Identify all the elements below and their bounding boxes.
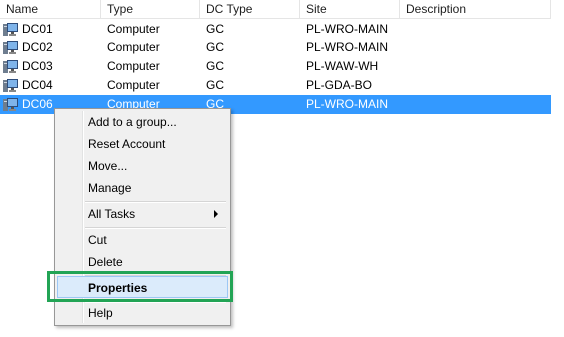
menu-item-label: Cut xyxy=(88,233,107,247)
computer-icon xyxy=(3,41,18,54)
cell-name: DC04 xyxy=(22,78,53,92)
cell-site: PL-WRO-MAIN xyxy=(306,22,388,36)
menu-item-label: Help xyxy=(88,306,113,320)
table-row[interactable]: DC03 Computer GC PL-WAW-WH xyxy=(0,57,551,76)
menu-item-delete[interactable]: Delete xyxy=(57,251,228,273)
cell-name: DC06 xyxy=(22,97,53,111)
computer-icon xyxy=(3,98,18,111)
menu-item-manage[interactable]: Manage xyxy=(57,177,228,199)
cell-dc-type: GC xyxy=(206,59,224,73)
cell-type: Computer xyxy=(107,59,160,73)
column-header-site[interactable]: Site xyxy=(300,0,400,18)
column-header-type[interactable]: Type xyxy=(101,0,200,18)
menu-item-all-tasks[interactable]: All Tasks xyxy=(57,203,228,225)
cell-site: PL-WRO-MAIN xyxy=(306,40,388,54)
table-row[interactable]: DC04 Computer GC PL-GDA-BO xyxy=(0,76,551,95)
submenu-arrow-icon xyxy=(214,210,218,218)
cell-name: DC01 xyxy=(22,22,53,36)
menu-item-label: Reset Account xyxy=(88,137,166,151)
menu-item-reset-account[interactable]: Reset Account xyxy=(57,133,228,155)
table-row[interactable]: DC01 Computer GC PL-WRO-MAIN xyxy=(0,20,551,39)
cell-dc-type: GC xyxy=(206,40,224,54)
cell-name: DC02 xyxy=(22,40,53,54)
cell-type: Computer xyxy=(107,22,160,36)
properties-highlight-box xyxy=(47,271,233,302)
cell-dc-type: GC xyxy=(206,22,224,36)
scroll-area xyxy=(551,0,564,337)
menu-item-label: Move... xyxy=(88,159,128,173)
cell-name: DC03 xyxy=(22,59,53,73)
column-header-description[interactable]: Description xyxy=(400,0,551,18)
table-row[interactable]: DC02 Computer GC PL-WRO-MAIN xyxy=(0,38,551,57)
menu-item-label: Add to a group... xyxy=(88,115,177,129)
cell-type: Computer xyxy=(107,40,160,54)
cell-type: Computer xyxy=(107,78,160,92)
menu-item-cut[interactable]: Cut xyxy=(57,229,228,251)
column-header-bar: Name Type DC Type Site Description xyxy=(0,0,551,19)
computer-icon xyxy=(3,23,18,36)
menu-item-move[interactable]: Move... xyxy=(57,155,228,177)
computer-icon xyxy=(3,79,18,92)
menu-item-add-to-group[interactable]: Add to a group... xyxy=(57,111,228,133)
computer-icon xyxy=(3,60,18,73)
cell-site: PL-GDA-BO xyxy=(306,78,373,92)
cell-site: PL-WRO-MAIN xyxy=(306,97,388,111)
menu-item-label: All Tasks xyxy=(88,207,136,221)
cell-dc-type: GC xyxy=(206,78,224,92)
column-header-name[interactable]: Name xyxy=(0,0,101,18)
menu-item-help[interactable]: Help xyxy=(57,302,228,324)
menu-item-label: Manage xyxy=(88,181,132,195)
menu-item-label: Delete xyxy=(88,255,123,269)
column-header-dc-type[interactable]: DC Type xyxy=(200,0,300,18)
cell-site: PL-WAW-WH xyxy=(306,59,379,73)
